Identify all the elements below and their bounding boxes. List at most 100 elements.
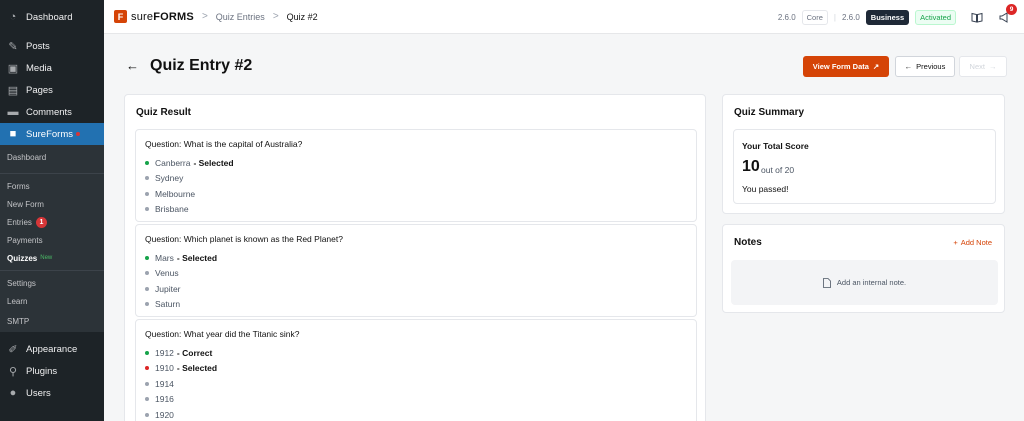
divider: | [833, 12, 836, 22]
option-label: 1910 [155, 363, 174, 374]
question-text: Question: What year did the Titanic sink… [145, 329, 300, 339]
admin-sidebar: ◔ Dashboard ✎ Posts ▣ Media ▤ Pages ▬ Co… [0, 0, 104, 421]
business-badge: Business [865, 9, 910, 25]
view-form-data-button[interactable]: View Form Data ↗ [803, 56, 889, 77]
bullet [145, 271, 149, 276]
sidebar-item-dashboard[interactable]: ◔ Dashboard [0, 6, 104, 28]
page-header: ← Quiz Entry #2 View Form Data ↗ ← Previ… [104, 34, 1024, 92]
submenu-payments[interactable]: Payments [0, 231, 104, 249]
submenu-new-form[interactable]: New Form [0, 195, 104, 213]
option-tag: - Selected [176, 363, 218, 374]
submenu-quizzes-label: Quizzes [7, 253, 38, 263]
option-item: 1914 [145, 376, 687, 392]
pages-icon: ▤ [7, 84, 19, 97]
chevron-right-icon: > [201, 11, 208, 22]
quiz-result-title: Quiz Result [136, 107, 192, 118]
notification-count-badge: 9 [1006, 4, 1017, 15]
quiz-summary-panel: Quiz Summary Your Total Score 10 out of … [722, 94, 1005, 214]
next-button[interactable]: Next → [959, 56, 1007, 77]
submenu-dashboard[interactable]: Dashboard [0, 145, 104, 170]
submenu-smtp[interactable]: SMTP [0, 310, 104, 332]
bullet [145, 302, 149, 307]
score-label: Your Total Score [742, 141, 809, 151]
score-value: 10 [742, 158, 760, 175]
sidebar-item-label: SureForms [26, 128, 73, 140]
sidebar-item-comments[interactable]: ▬ Comments [0, 101, 104, 123]
option-item: 1916 [145, 392, 687, 408]
submenu-learn[interactable]: Learn [0, 292, 104, 310]
sidebar-item-label: Dashboard [26, 11, 73, 23]
user-icon: ● [9, 387, 17, 399]
sidebar-item-label: Posts [26, 40, 50, 52]
bullet [145, 366, 149, 371]
brush-icon: ✐ [8, 343, 18, 356]
comment-icon: ▬ [7, 106, 19, 118]
new-badge: New [40, 255, 53, 261]
previous-button[interactable]: ← Previous [895, 56, 955, 77]
logo-prefix: sure [131, 10, 154, 23]
sidebar-item-appearance[interactable]: ✐ Appearance [0, 338, 104, 360]
submenu-quizzes[interactable]: Quizzes New [0, 249, 104, 267]
plugin-icon: ⚲ [8, 365, 18, 378]
option-label: 1914 [155, 378, 174, 389]
entries-count-badge: 1 [35, 216, 47, 228]
version-info: 2.6.0 Core | 2.6.0 Business Activated 9 [778, 0, 1017, 34]
sidebar-item-label: Pages [26, 84, 53, 96]
option-item: Brisbane [145, 202, 687, 218]
previous-label: Previous [916, 62, 946, 71]
option-label: Melbourne [155, 188, 196, 199]
option-label: Jupiter [155, 283, 181, 294]
option-item: Melbourne [145, 186, 687, 202]
option-label: Canberra [155, 157, 191, 168]
option-item: Saturn [145, 297, 687, 313]
business-version: 2.6.0 [841, 12, 860, 22]
submenu-entries[interactable]: Entries 1 [0, 213, 104, 231]
bullet [145, 350, 149, 355]
sidebar-item-plugins[interactable]: ⚲ Plugins [0, 360, 104, 382]
megaphone-icon[interactable]: 9 [998, 4, 1017, 24]
sidebar-item-pages[interactable]: ▤ Pages [0, 79, 104, 101]
sidebar-item-posts[interactable]: ✎ Posts [0, 35, 104, 57]
option-label: Venus [155, 268, 179, 279]
sureforms-logo-text: sureFORMS [131, 11, 194, 23]
question-card: Question: What is the capital of Austral… [135, 129, 697, 222]
sidebar-item-label: Users [26, 387, 51, 399]
bullet [145, 381, 149, 386]
sidebar-item-label: Comments [26, 106, 72, 118]
next-label: Next [969, 62, 985, 71]
sidebar-item-label: Media [26, 62, 52, 74]
sidebar-item-label: Appearance [26, 343, 78, 355]
book-icon[interactable] [970, 10, 984, 24]
submenu-divider [0, 173, 104, 174]
media-icon: ▣ [7, 62, 19, 75]
notification-dot [75, 132, 80, 136]
bullet [145, 397, 149, 402]
option-item: Sydney [145, 171, 687, 187]
quiz-result-panel: Quiz Result Question: What is the capita… [124, 94, 706, 421]
breadcrumb-quiz-entries[interactable]: Quiz Entries [216, 12, 265, 22]
sureforms-logo-icon: F [114, 10, 127, 23]
submenu-forms[interactable]: Forms [0, 177, 104, 195]
sureforms-submenu: Dashboard Forms New Form Entries 1 Payme… [0, 145, 104, 332]
submenu-settings[interactable]: Settings [0, 274, 104, 292]
question-card: Question: What year did the Titanic sink… [135, 319, 697, 421]
option-item: 1920 [145, 407, 687, 421]
sidebar-item-sureforms[interactable]: ■ SureForms [0, 123, 104, 145]
option-item: Mars - Selected [145, 250, 687, 266]
sidebar-item-users[interactable]: ● Users [0, 382, 104, 404]
note-placeholder: Add an internal note. [836, 278, 907, 287]
add-note-button[interactable]: + Add Note [953, 238, 992, 247]
back-arrow-icon[interactable]: ← [126, 58, 139, 73]
option-item: Venus [145, 266, 687, 282]
option-item: 1910- Selected [145, 361, 687, 377]
sidebar-item-media[interactable]: ▣ Media [0, 57, 104, 79]
breadcrumb-current: Quiz #2 [286, 11, 318, 22]
question-text: Question: Which planet is known as the R… [145, 234, 343, 244]
sidebar-item-label: Plugins [26, 365, 58, 377]
option-item: 1912- Correct [145, 345, 687, 361]
sureforms-icon: ■ [9, 128, 17, 140]
pass-status: You passed! [742, 184, 789, 194]
note-placeholder-area[interactable]: Add an internal note. [731, 260, 998, 305]
page-title: Quiz Entry #2 [150, 57, 253, 74]
bullet [145, 255, 149, 260]
